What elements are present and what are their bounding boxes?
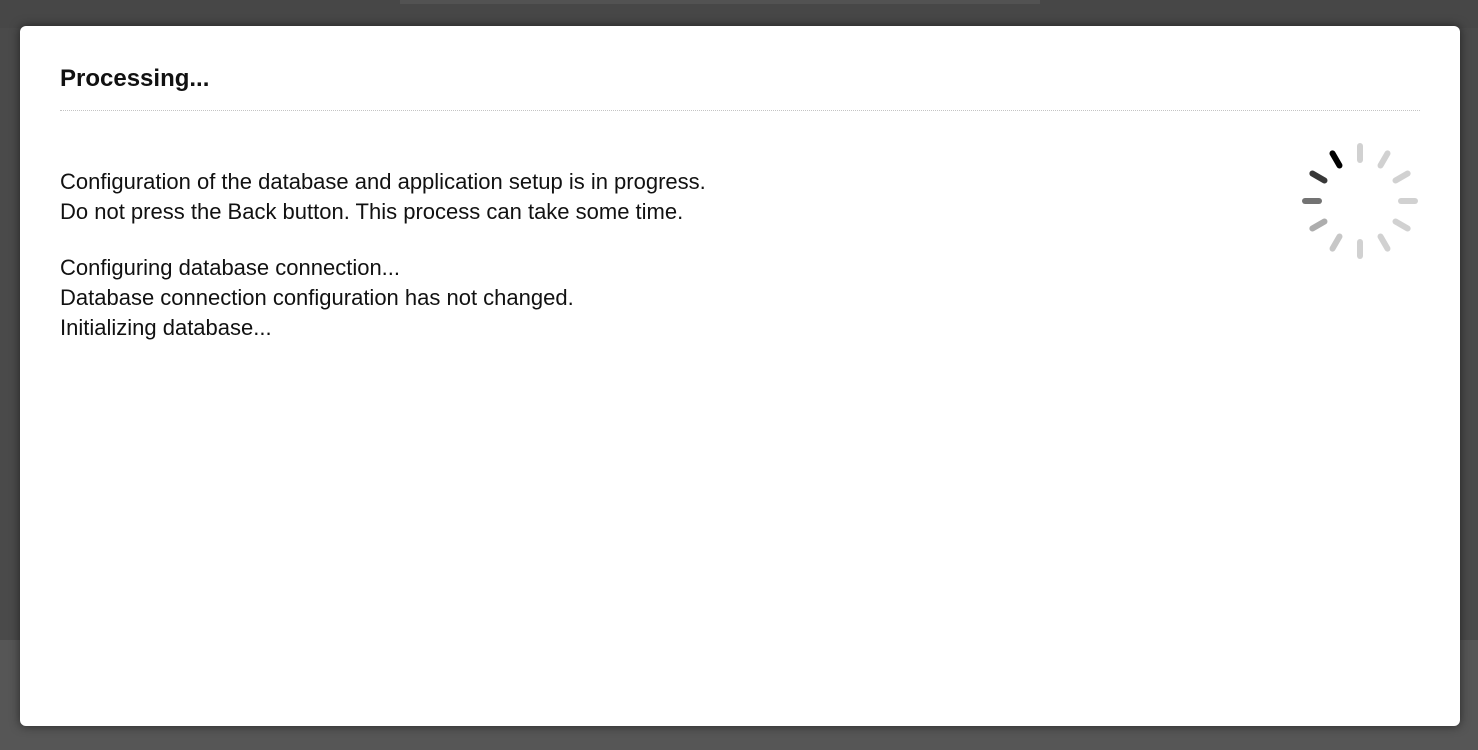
loading-spinner-graphic (1302, 143, 1418, 259)
progress-log-line: Initializing database... (60, 315, 272, 340)
dialog-title: Processing... (60, 65, 210, 92)
dialog-body: Configuration of the database and applic… (60, 167, 1240, 343)
dialog-header: Processing... (60, 64, 1420, 111)
loading-spinner-icon (1300, 141, 1420, 261)
status-message-line: Configuration of the database and applic… (60, 169, 706, 194)
status-message-line: Do not press the Back button. This proce… (60, 199, 684, 224)
progress-log-line: Configuring database connection... (60, 255, 401, 280)
progress-log: Configuring database connection... Datab… (60, 253, 1240, 343)
progress-log-line: Database connection configuration has no… (60, 285, 574, 310)
processing-dialog: Processing... Configuration of the datab… (20, 26, 1460, 726)
background-page-strip (400, 0, 1040, 4)
background-page-top (0, 0, 1478, 28)
status-message: Configuration of the database and applic… (60, 167, 1240, 227)
